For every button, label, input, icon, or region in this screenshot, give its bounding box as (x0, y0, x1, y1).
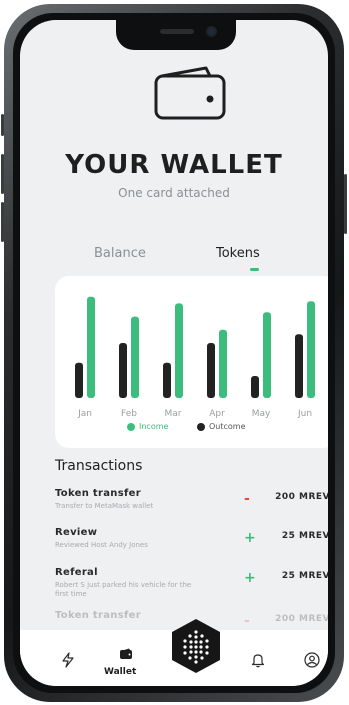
bar-outcome-feb (119, 343, 127, 398)
transaction-amount: 25 MREV (281, 531, 328, 541)
bar-outcome-apr (207, 343, 215, 398)
x-tick-label: Jan (77, 409, 92, 419)
transaction-sign: + (244, 530, 256, 546)
legend-income-dot (127, 422, 135, 431)
legend-income-label: Income (139, 422, 169, 431)
transaction-amount: 200 MREV (275, 614, 328, 624)
bell-icon (251, 654, 265, 668)
bar-income-may (263, 312, 271, 398)
transaction-sign: + (244, 570, 256, 586)
wallet-icon (154, 66, 226, 120)
tab-active-indicator (250, 268, 259, 271)
volume-up-button (1, 154, 4, 194)
legend-outcome-dot (197, 422, 205, 431)
transaction-name: Referal (55, 567, 98, 578)
bar-income-jan (87, 296, 95, 398)
transaction-desc: Transfer to MetaMask wallet (55, 502, 154, 510)
page-subtitle: One card attached (118, 186, 230, 200)
transaction-sign: - (244, 491, 250, 507)
bar-outcome-mar (163, 362, 171, 398)
bolt-icon (62, 652, 74, 668)
camera (208, 28, 215, 35)
transaction-amount: 25 MREV (281, 571, 328, 581)
legend-outcome-label: Outcome (209, 422, 246, 431)
nav-notifications[interactable] (246, 650, 270, 670)
wallet-nav-icon (120, 648, 132, 659)
app-screen: YOUR WALLET One card attached Balance To… (20, 20, 328, 686)
transaction-amount: 200 MREV (275, 492, 328, 502)
speaker (160, 29, 194, 34)
transaction-desc: Reviewed Host Andy Jones (55, 541, 148, 549)
transaction-name: Token transfer (55, 488, 141, 499)
nav-bolt[interactable] (56, 650, 80, 670)
bar-outcome-jan (75, 362, 83, 398)
legend-income: Income (127, 422, 168, 431)
bar-income-apr (219, 329, 227, 398)
transaction-sign: - (244, 613, 250, 629)
tab-balance[interactable]: Balance (94, 246, 146, 261)
transaction-row[interactable]: Review Reviewed Host Andy Jones + 25 MRE… (55, 527, 328, 563)
nav-wallet[interactable] (114, 644, 138, 664)
transactions-title: Transactions (55, 458, 143, 474)
notch (116, 20, 236, 50)
legend-outcome: Outcome (197, 422, 246, 431)
transaction-desc: Robert S just parked his vehicle for the… (55, 581, 192, 598)
bar-income-mar (175, 303, 183, 398)
bar-chart: Jan Feb Mar Apr May Jun (75, 296, 315, 419)
x-tick-label: Mar (165, 409, 182, 419)
nav-wallet-label: Wallet (104, 667, 137, 677)
bar-income-feb (131, 316, 139, 398)
phone-frame: YOUR WALLET One card attached Balance To… (1, 4, 347, 702)
chart-card: Jan Feb Mar Apr May Jun Income Outcome (55, 276, 328, 448)
hexagon-dots-button[interactable] (168, 618, 224, 674)
x-tick-label: Feb (121, 409, 137, 419)
x-tick-label: Jun (297, 409, 312, 419)
user-icon (304, 652, 320, 668)
x-tick-label: Apr (209, 409, 225, 419)
tab-tokens[interactable]: Tokens (216, 246, 260, 261)
transaction-name: Review (55, 527, 98, 538)
bar-outcome-may (251, 376, 259, 398)
power-button (344, 174, 347, 234)
volume-down-button (1, 202, 4, 242)
page-title: YOUR WALLET (65, 150, 283, 180)
x-tick-label: May (252, 409, 271, 419)
nav-profile[interactable] (300, 650, 324, 670)
bar-income-jun (307, 301, 315, 398)
transaction-row[interactable]: Token transfer Transfer to MetaMask wall… (55, 488, 328, 524)
transaction-name: Token transfer (55, 610, 141, 621)
transaction-row[interactable]: Referal Robert S just parked his vehicle… (55, 567, 328, 603)
mute-switch (1, 114, 4, 136)
bar-outcome-jun (295, 334, 303, 398)
